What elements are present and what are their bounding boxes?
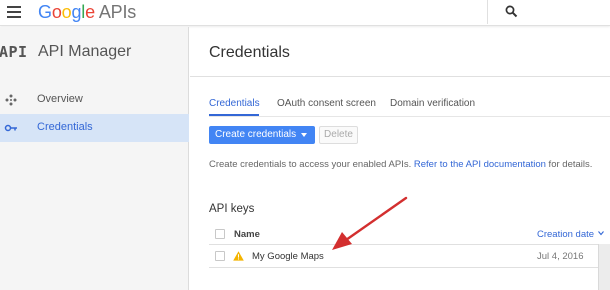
tab-oauth-consent-screen[interactable]: OAuth consent screen <box>277 98 376 109</box>
top-bar: Google APIs <box>0 0 610 26</box>
column-header-name[interactable]: Name <box>234 229 260 240</box>
logo[interactable]: Google APIs <box>38 2 136 23</box>
api-logo-mark: API <box>0 43 28 61</box>
row-checkbox[interactable] <box>215 251 225 261</box>
annotation-arrow <box>332 196 408 250</box>
column-header-creation-date[interactable]: Creation date <box>537 229 604 240</box>
api-documentation-link[interactable]: Refer to the API documentation <box>414 159 546 170</box>
warning-icon <box>233 251 244 261</box>
search-icon[interactable] <box>505 5 518 18</box>
tab-credentials[interactable]: Credentials <box>209 98 260 109</box>
info-text: Create credentials to access your enable… <box>209 159 593 170</box>
creation-date: Jul 4, 2016 <box>537 251 584 262</box>
menu-icon[interactable] <box>7 6 21 18</box>
divider <box>209 116 610 117</box>
key-icon <box>4 124 17 132</box>
overview-icon <box>5 94 17 106</box>
sidebar-item-overview[interactable]: Overview <box>0 86 189 114</box>
create-credentials-label: Create credentials <box>215 129 297 140</box>
section-title: API keys <box>209 203 255 215</box>
search-input[interactable] <box>487 0 610 24</box>
api-key-name-link[interactable]: My Google Maps <box>252 251 324 262</box>
logo-google: Google <box>38 2 95 22</box>
create-credentials-button[interactable]: Create credentials <box>209 126 315 144</box>
chevron-down-icon <box>598 231 604 236</box>
caret-down-icon <box>301 133 307 137</box>
sidebar-title: API Manager <box>38 43 132 60</box>
sidebar-header: API API Manager <box>0 41 189 67</box>
select-all-checkbox[interactable] <box>215 229 225 239</box>
delete-button[interactable]: Delete <box>319 126 358 144</box>
sidebar-item-credentials[interactable]: Credentials <box>0 114 189 142</box>
scrollbar[interactable] <box>598 244 610 290</box>
tab-domain-verification[interactable]: Domain verification <box>390 98 475 109</box>
logo-apis: APIs <box>98 2 137 22</box>
sidebar-item-label: Overview <box>37 93 83 105</box>
sidebar-item-label: Credentials <box>37 121 93 133</box>
sidebar: API API Manager Overview Credentials <box>0 27 189 290</box>
divider <box>190 76 610 77</box>
page-title: Credentials <box>209 44 290 61</box>
